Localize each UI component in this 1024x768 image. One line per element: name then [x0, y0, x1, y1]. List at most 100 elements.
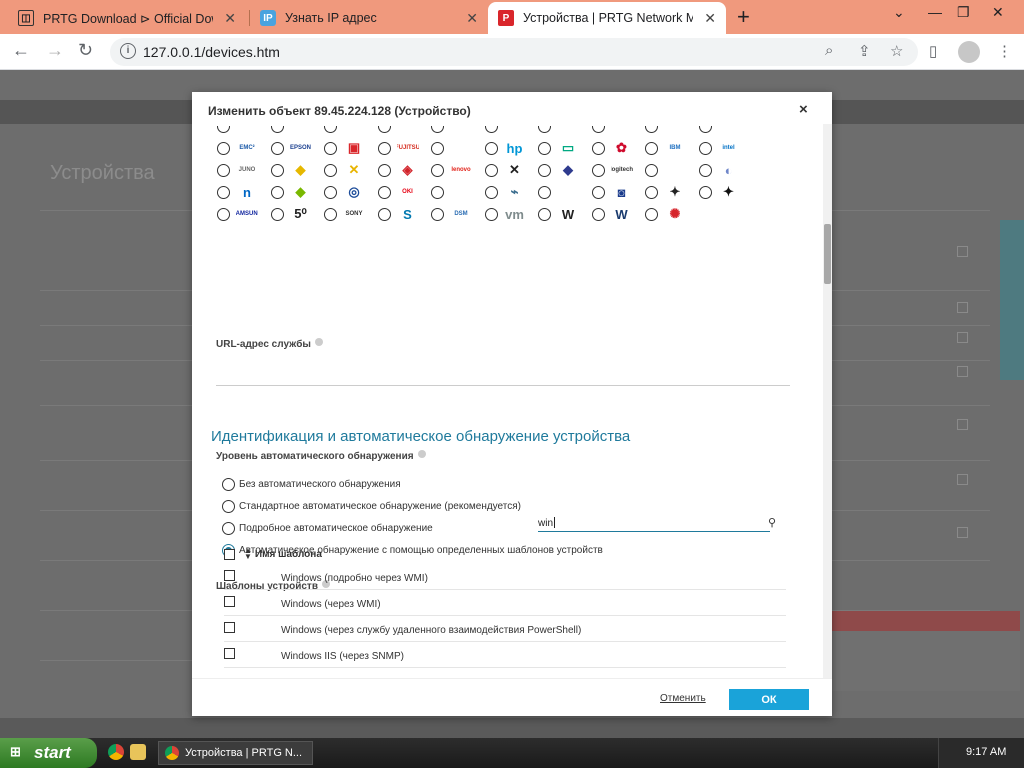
template-row[interactable]: Windows (через службу удаленного взаимод… [224, 616, 786, 642]
radio-button[interactable] [270, 142, 284, 155]
address-bar[interactable]: i 127.0.0.1/devices.htm ⌕ ⇪ ☆ [110, 38, 918, 66]
vendor-icon-option[interactable]: W [533, 204, 587, 224]
start-button[interactable]: ⊞ start [0, 738, 97, 768]
radio-button[interactable] [270, 186, 284, 199]
vendor-icon-option[interactable]: S [373, 204, 427, 224]
radio-button[interactable] [324, 208, 337, 221]
vendor-icon-option[interactable]: intel [694, 138, 748, 158]
restore-icon[interactable]: ❐ [957, 4, 970, 21]
cancel-button[interactable]: Отменить [660, 693, 706, 704]
radio-button[interactable] [324, 164, 337, 177]
vendor-icon-option[interactable]: ▣ [319, 138, 373, 158]
vendor-icon-option[interactable]: IBM [640, 138, 694, 158]
vendor-icon-option[interactable]: SAMSUNG [212, 204, 266, 224]
vendor-icon-option[interactable]: lenovo [426, 160, 480, 180]
vendor-icon-option[interactable] [373, 126, 427, 136]
radio-button[interactable] [591, 142, 605, 155]
radio-button[interactable] [377, 208, 391, 221]
radio-button[interactable] [645, 186, 658, 199]
bookmark-star-icon[interactable]: ☆ [890, 42, 903, 60]
vendor-icon-option[interactable]: ◆ [266, 160, 320, 180]
tab-devices[interactable]: P Устройства | PRTG Network Mon ✕ [488, 2, 726, 34]
url-text[interactable]: 127.0.0.1/devices.htm [143, 44, 280, 60]
help-icon[interactable] [314, 338, 323, 346]
vendor-icon-option[interactable]: JUNO [212, 160, 266, 180]
radio-button[interactable] [222, 499, 235, 513]
radio-button[interactable] [217, 142, 230, 155]
template-row[interactable]: Windows IIS (через SNMP) [224, 642, 786, 668]
vendor-icon-option[interactable] [426, 126, 480, 136]
vendor-icon-option[interactable]: DSM [426, 204, 480, 224]
radio-button[interactable] [217, 208, 230, 221]
dialog-scrollbar[interactable] [823, 124, 832, 684]
vendor-icon-option[interactable] [426, 182, 480, 202]
zoom-icon[interactable]: ⌕ [825, 42, 833, 59]
vendor-icon-option[interactable]: ◆ [266, 182, 320, 202]
vendor-icon-option[interactable]: ✦ [694, 182, 748, 202]
vendor-icon-option[interactable]: ◎ [319, 182, 373, 202]
forward-icon[interactable]: → [46, 40, 64, 61]
vendor-icon-option[interactable]: ⌁ [480, 182, 534, 202]
radio-button[interactable] [645, 142, 658, 155]
radio-button[interactable] [270, 126, 284, 133]
vendor-icon-option[interactable]: SONY [319, 204, 373, 224]
vendor-icon-option[interactable]: EMC² [212, 138, 266, 158]
discovery-option-none[interactable]: Без автоматического обнаружения [222, 476, 401, 492]
radio-button[interactable] [324, 186, 337, 199]
radio-button[interactable] [484, 208, 498, 221]
site-info-icon[interactable]: i [120, 43, 136, 59]
radio-button[interactable] [591, 126, 605, 133]
radio-button[interactable] [377, 186, 391, 199]
vendor-icon-option[interactable]: ◙ [587, 182, 641, 202]
radio-button[interactable] [484, 164, 498, 177]
vendor-icon-option[interactable]: ◆ [533, 160, 587, 180]
radio-button[interactable] [222, 477, 235, 491]
radio-button[interactable] [324, 126, 337, 133]
taskbar-window-button[interactable]: Устройства | PRTG N... [158, 741, 313, 765]
side-panel-icon[interactable]: ▯ [929, 42, 937, 60]
radio-button[interactable] [591, 186, 605, 199]
vendor-icon-option[interactable] [640, 126, 694, 136]
radio-button[interactable] [217, 126, 230, 133]
dialog-scrollbar-thumb[interactable] [824, 224, 831, 284]
vendor-icon-option[interactable]: ✺ [640, 204, 694, 224]
vendor-icon-option[interactable] [694, 126, 748, 136]
radio-button[interactable] [538, 208, 551, 221]
close-tab-icon[interactable]: ✕ [704, 10, 716, 27]
tab-prtg-download[interactable]: ◫ PRTG Download ⊳ Official Down ✕ [8, 2, 246, 34]
help-icon[interactable] [417, 450, 426, 458]
close-icon[interactable]: × [799, 101, 808, 118]
radio-button[interactable] [698, 186, 712, 199]
vendor-icon-option[interactable] [587, 126, 641, 136]
template-search-input[interactable]: win [538, 514, 770, 532]
back-icon[interactable]: ← [12, 40, 30, 61]
close-tab-icon[interactable]: ✕ [224, 10, 236, 27]
radio-button[interactable] [431, 126, 444, 133]
radio-button[interactable] [222, 521, 235, 535]
radio-button[interactable] [217, 186, 230, 199]
vendor-icon-option[interactable] [480, 126, 534, 136]
vendor-icon-option[interactable]: ✦ [640, 182, 694, 202]
vendor-icon-option[interactable]: ✕ [319, 160, 373, 180]
vendor-icon-option[interactable]: 5⁰ [266, 204, 320, 224]
vendor-icon-option[interactable]: ✕ [480, 160, 534, 180]
reload-icon[interactable]: ↻ [78, 40, 93, 61]
radio-button[interactable] [377, 142, 391, 155]
new-tab-icon[interactable]: + [737, 4, 750, 30]
vendor-icon-option[interactable] [426, 138, 480, 158]
vendor-icon-option[interactable]: ✿ [587, 138, 641, 158]
row-checkbox[interactable] [224, 648, 235, 659]
vendor-icon-option[interactable]: logitech [587, 160, 641, 180]
service-url-input[interactable] [216, 385, 790, 386]
radio-button[interactable] [484, 126, 498, 133]
vendor-icon-option[interactable]: hp [480, 138, 534, 158]
radio-button[interactable] [591, 208, 605, 221]
vendor-icon-option[interactable] [266, 126, 320, 136]
radio-button[interactable] [431, 186, 444, 199]
radio-button[interactable] [377, 164, 391, 177]
radio-button[interactable] [538, 164, 551, 177]
radio-button[interactable] [484, 186, 498, 199]
close-window-icon[interactable]: ✕ [992, 4, 1004, 21]
vendor-icon-option[interactable]: ▭ [533, 138, 587, 158]
radio-button[interactable] [324, 142, 337, 155]
